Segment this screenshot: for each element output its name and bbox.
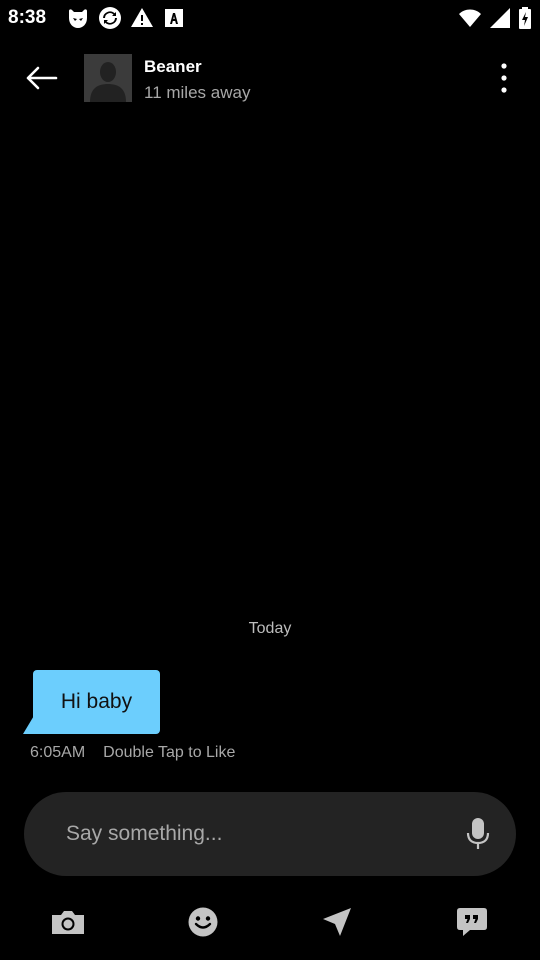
notification-icons: [66, 6, 186, 30]
back-button[interactable]: [22, 60, 62, 96]
saved-phrases-icon: [457, 908, 487, 936]
microphone-icon: [466, 818, 490, 849]
grindr-mask-icon: [69, 9, 87, 28]
person-silhouette-icon: [84, 54, 132, 102]
more-options-button[interactable]: [490, 60, 518, 96]
warning-icon: [131, 8, 153, 27]
wifi-icon: [459, 9, 481, 27]
emoji-button[interactable]: [183, 902, 223, 942]
arrow-left-icon: [26, 66, 58, 90]
sync-icon: [99, 7, 121, 29]
status-time: 8:38: [8, 7, 47, 28]
send-location-button[interactable]: [317, 902, 357, 942]
signal-icon: [490, 8, 510, 28]
camera-button[interactable]: [48, 902, 88, 942]
message-text: Hi baby: [60, 690, 133, 713]
saved-phrases-button[interactable]: [452, 902, 492, 942]
system-icons: [458, 6, 532, 30]
status-bar: 8:38: [0, 0, 540, 36]
chat-toolbar: [0, 898, 540, 942]
battery-charging-icon: [519, 7, 531, 29]
voice-button[interactable]: [466, 816, 490, 852]
contact-distance: 11 miles away: [144, 83, 251, 102]
send-location-icon: [323, 908, 351, 936]
more-vertical-icon: [501, 63, 507, 93]
message-meta: 6:05AM Double Tap to Like: [30, 744, 235, 762]
chat-header: Beaner 11 miles away: [0, 44, 540, 112]
date-separator: Today: [248, 620, 292, 637]
camera-icon: [52, 911, 84, 934]
like-hint: Double Tap to Like: [103, 744, 236, 761]
contact-name[interactable]: Beaner: [144, 57, 202, 77]
message-input[interactable]: [66, 812, 446, 856]
message-bubble[interactable]: Hi baby: [33, 670, 160, 734]
message-time: 6:05AM: [30, 744, 86, 761]
composer: [24, 792, 516, 876]
emoji-icon: [188, 907, 218, 937]
a-box-icon: [165, 9, 183, 27]
avatar[interactable]: [84, 54, 132, 102]
